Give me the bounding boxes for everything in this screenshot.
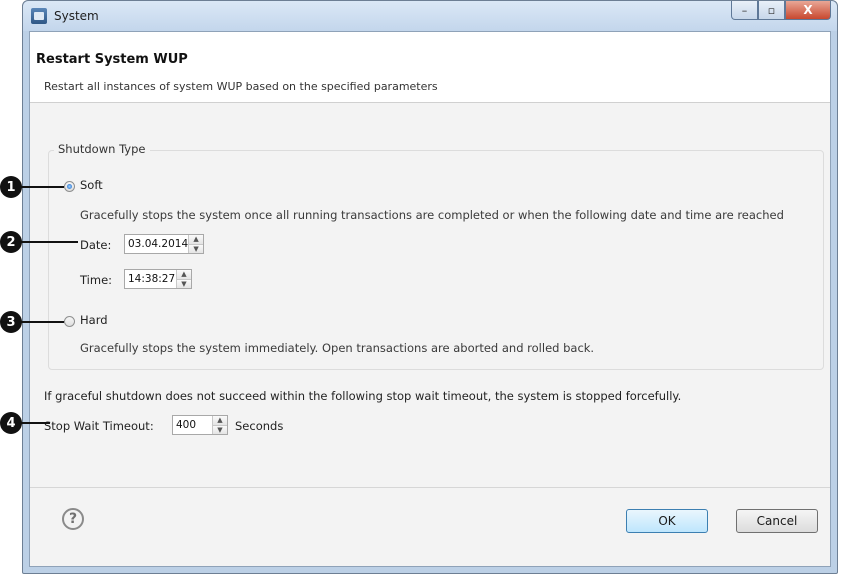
callout-4: 4 xyxy=(0,412,22,434)
ok-button[interactable]: OK xyxy=(626,509,708,533)
spin-down-icon[interactable]: ▼ xyxy=(213,424,227,434)
date-spinner-arrows[interactable]: ▲ ▼ xyxy=(188,235,203,253)
window-title: System xyxy=(54,9,99,23)
callout-2: 2 xyxy=(0,231,22,253)
dialog-header: Restart System WUP Restart all instances… xyxy=(30,32,830,103)
hard-description: Gracefully stops the system immediately.… xyxy=(80,341,595,355)
window-controls: – ▫ X xyxy=(731,1,831,21)
callout-2-line xyxy=(20,241,78,243)
time-spinner-arrows[interactable]: ▲ ▼ xyxy=(176,270,191,288)
maximize-button[interactable]: ▫ xyxy=(758,1,785,20)
callout-3-line xyxy=(20,321,64,323)
time-value[interactable]: 14:38:27 xyxy=(125,273,176,285)
callout-1-line xyxy=(20,186,64,188)
help-icon[interactable]: ? xyxy=(62,508,84,530)
hard-radio[interactable] xyxy=(64,316,75,327)
close-button[interactable]: X xyxy=(785,1,831,20)
time-spinner[interactable]: 14:38:27 ▲ ▼ xyxy=(124,269,192,289)
app-icon xyxy=(31,8,47,24)
callout-3: 3 xyxy=(0,311,22,333)
date-label: Date: xyxy=(80,238,112,252)
callout-4-line xyxy=(20,422,50,424)
spin-up-icon[interactable]: ▲ xyxy=(177,270,191,279)
timeout-spinner[interactable]: 400 ▲ ▼ xyxy=(172,415,228,435)
soft-label[interactable]: Soft xyxy=(80,178,103,192)
timeout-spinner-arrows[interactable]: ▲ ▼ xyxy=(212,416,227,434)
cancel-button[interactable]: Cancel xyxy=(736,509,818,533)
timeout-info: If graceful shutdown does not succeed wi… xyxy=(44,389,682,403)
hard-label[interactable]: Hard xyxy=(80,313,108,327)
timeout-value[interactable]: 400 xyxy=(173,419,212,431)
shutdown-type-label: Shutdown Type xyxy=(54,142,150,156)
soft-radio[interactable] xyxy=(64,181,75,192)
callout-1: 1 xyxy=(0,176,22,198)
soft-description: Gracefully stops the system once all run… xyxy=(80,208,784,222)
spin-down-icon[interactable]: ▼ xyxy=(189,243,203,253)
minimize-button[interactable]: – xyxy=(731,1,758,20)
date-value[interactable]: 03.04.2014 xyxy=(125,238,188,250)
dialog-client-area: Restart System WUP Restart all instances… xyxy=(29,31,831,567)
dialog-title: Restart System WUP xyxy=(36,52,188,67)
spin-up-icon[interactable]: ▲ xyxy=(213,416,227,425)
date-spinner[interactable]: 03.04.2014 ▲ ▼ xyxy=(124,234,204,254)
spin-up-icon[interactable]: ▲ xyxy=(189,235,203,244)
timeout-label: Stop Wait Timeout: xyxy=(44,419,154,433)
time-label: Time: xyxy=(80,273,113,287)
shutdown-type-group xyxy=(48,150,824,370)
dialog-description: Restart all instances of system WUP base… xyxy=(44,80,438,93)
spin-down-icon[interactable]: ▼ xyxy=(177,278,191,288)
dialog-window: System – ▫ X Restart System WUP Restart … xyxy=(22,0,838,574)
timeout-unit: Seconds xyxy=(235,419,284,433)
title-bar[interactable]: System – ▫ X xyxy=(23,1,837,31)
footer-separator xyxy=(30,487,830,488)
